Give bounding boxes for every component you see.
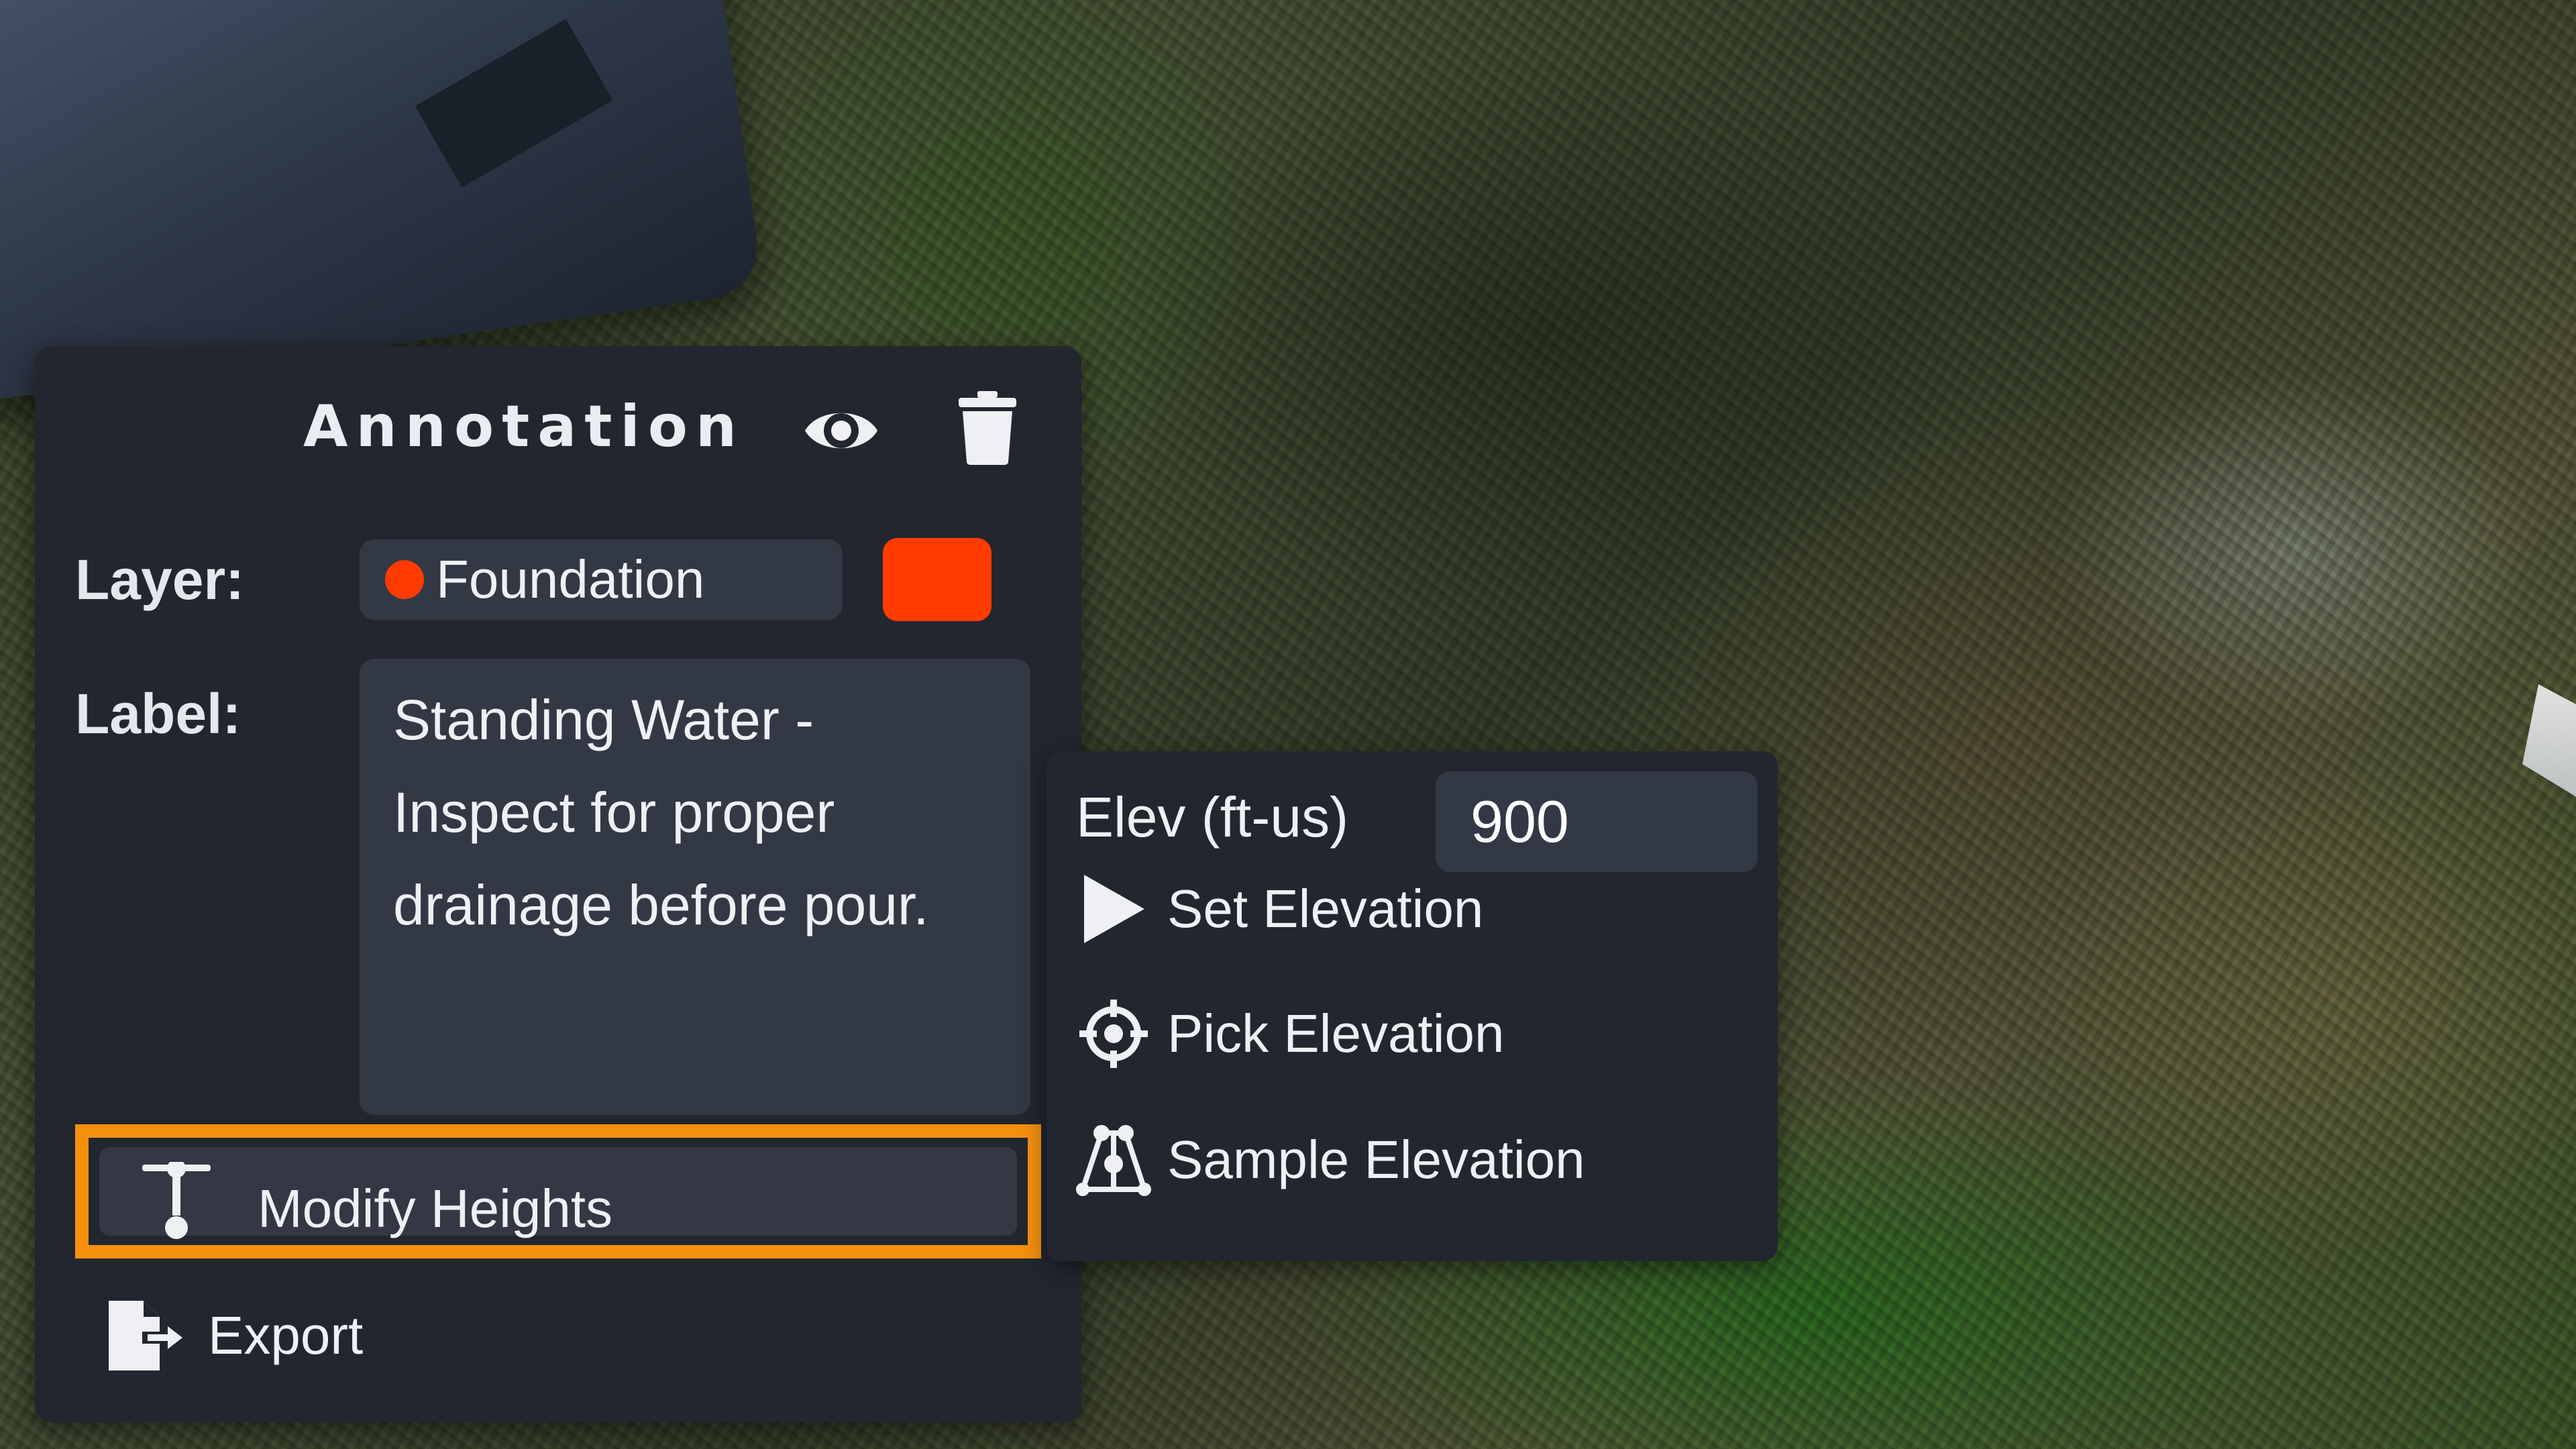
modify-heights-button[interactable]: Modify Heights xyxy=(75,1124,1041,1258)
sample-elevation-button[interactable]: Sample Elevation xyxy=(1073,1116,1585,1203)
map-viewport[interactable]: Annotation Layer: Foundation Label: Stan… xyxy=(0,0,2576,1449)
pick-elevation-button[interactable]: Pick Elevation xyxy=(1073,990,1504,1077)
elevation-label: Elev (ft-us) xyxy=(1076,786,1349,849)
visibility-toggle-button[interactable] xyxy=(801,390,881,471)
set-elevation-button[interactable]: Set Elevation xyxy=(1073,865,1483,953)
layer-select[interactable]: Foundation xyxy=(360,539,843,620)
house-roof xyxy=(0,0,764,402)
crosshair-icon xyxy=(1073,994,1154,1074)
trash-icon xyxy=(959,391,1016,465)
modify-heights-label: Modify Heights xyxy=(258,1179,613,1238)
delete-button[interactable] xyxy=(947,388,1028,468)
annotation-panel: Annotation Layer: Foundation Label: Stan… xyxy=(35,346,1081,1422)
modify-heights-highlight: Modify Heights xyxy=(99,1147,1017,1239)
eye-icon xyxy=(805,413,877,449)
export-button[interactable]: Export xyxy=(109,1285,363,1386)
sample-elevation-label: Sample Elevation xyxy=(1167,1130,1585,1189)
scene-object xyxy=(2522,684,2576,798)
layer-name: Foundation xyxy=(436,549,705,609)
layer-label: Layer: xyxy=(75,548,245,611)
panel-title: Annotation xyxy=(303,393,745,460)
label-text: Standing Water - Inspect for proper drai… xyxy=(393,688,929,936)
layer-color-swatch[interactable] xyxy=(883,538,991,621)
height-pin-icon xyxy=(142,1162,211,1239)
elevation-input[interactable]: 900 xyxy=(1436,771,1758,872)
export-file-icon xyxy=(109,1301,182,1371)
play-icon xyxy=(1073,869,1154,949)
layer-color-dot xyxy=(385,560,424,599)
label-field-label: Label: xyxy=(75,682,241,745)
export-label: Export xyxy=(208,1305,364,1365)
label-textarea[interactable]: Standing Water - Inspect for proper drai… xyxy=(360,659,1030,1115)
pick-elevation-label: Pick Elevation xyxy=(1167,1004,1505,1063)
set-elevation-label: Set Elevation xyxy=(1167,879,1484,938)
sample-points-icon xyxy=(1073,1120,1154,1200)
